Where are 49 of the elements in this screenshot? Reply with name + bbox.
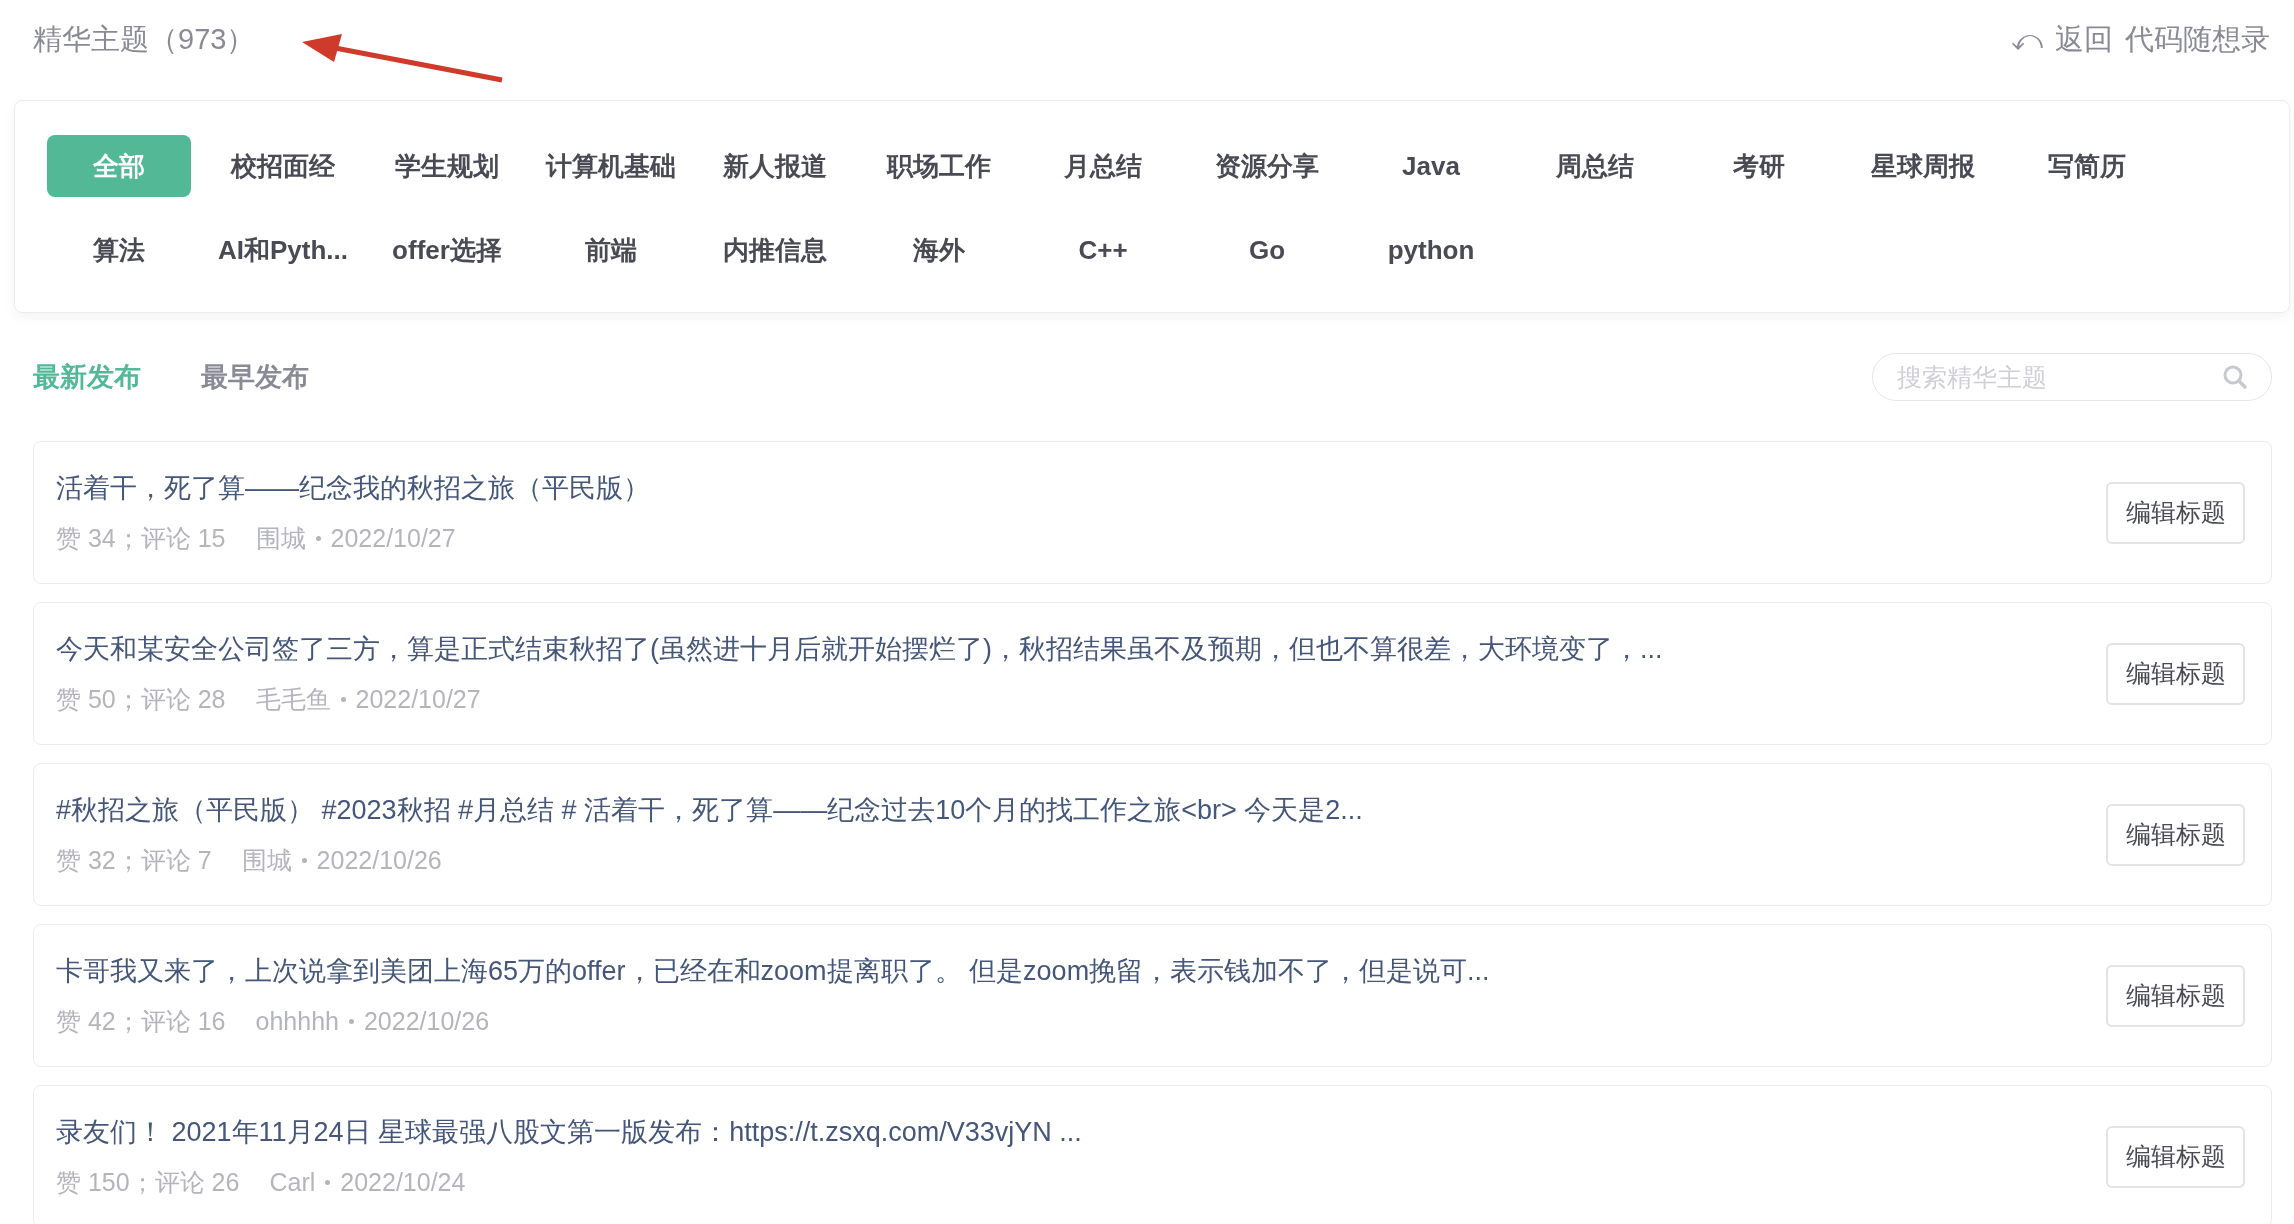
topic-stats: 赞 32；评论 7 xyxy=(56,845,212,876)
category-tag[interactable]: AI和Pyth... xyxy=(211,219,355,281)
category-tag[interactable]: 写简历 xyxy=(2015,135,2159,197)
category-tag[interactable]: 月总结 xyxy=(1031,135,1175,197)
edit-title-button[interactable]: 编辑标题 xyxy=(2106,803,2245,866)
category-tag[interactable]: Go xyxy=(1195,219,1339,281)
category-tag[interactable]: python xyxy=(1359,219,1503,281)
topic-stats: 赞 150；评论 26 xyxy=(56,1167,240,1198)
group-name: 代码随想录 xyxy=(2125,22,2270,58)
category-tag[interactable]: 校招面经 xyxy=(211,135,355,197)
category-tag[interactable]: 资源分享 xyxy=(1195,135,1339,197)
topic-author: 毛毛鱼 xyxy=(255,684,331,715)
category-tag[interactable]: 周总结 xyxy=(1523,135,1667,197)
topic-stats: 赞 34；评论 15 xyxy=(56,523,226,554)
category-tag[interactable]: 算法 xyxy=(47,219,191,281)
category-tag[interactable]: 内推信息 xyxy=(703,219,847,281)
topic-date: 2022/10/27 xyxy=(355,684,481,715)
category-tag[interactable]: 星球周报 xyxy=(1851,135,1995,197)
edit-title-button[interactable]: 编辑标题 xyxy=(2106,642,2245,705)
page-title: 精华主题（973） xyxy=(33,22,256,58)
edit-title-button[interactable]: 编辑标题 xyxy=(2106,1125,2245,1188)
category-tag[interactable]: 职场工作 xyxy=(867,135,1011,197)
category-tag[interactable]: 学生规划 xyxy=(375,135,519,197)
topic-author: Carl xyxy=(269,1167,316,1198)
topic-stats: 赞 50；评论 28 xyxy=(56,684,226,715)
category-tag[interactable]: 新人报道 xyxy=(703,135,847,197)
category-tag[interactable]: C++ xyxy=(1031,219,1175,281)
topic-stats: 赞 42；评论 16 xyxy=(56,1006,226,1037)
topic-title[interactable]: 今天和某安全公司签了三方，算是正式结束秋招了(虽然进十月后就开始摆烂了)，秋招结果虽不及预期，但也不算很差，大环境变了，... xyxy=(56,628,1663,669)
category-tag[interactable]: 计算机基础 xyxy=(539,135,683,197)
search-icon xyxy=(2222,364,2248,390)
topic-date: 2022/10/27 xyxy=(330,523,456,554)
topic-author: 围城 xyxy=(255,523,306,554)
category-tag[interactable]: 前端 xyxy=(539,219,683,281)
topic-title[interactable]: 活着干，死了算——纪念我的秋招之旅（平民版） xyxy=(56,467,650,508)
topic-author: 围城 xyxy=(241,845,292,876)
topic-date: 2022/10/26 xyxy=(316,845,442,876)
topic-title[interactable]: #秋招之旅（平民版） #2023秋招 #月总结 # 活着干，死了算——纪念过去10个月的找工作之旅<br> 今天是2... xyxy=(56,789,1363,830)
topic-date: 2022/10/26 xyxy=(363,1006,490,1037)
topic-author: ohhhhh xyxy=(255,1006,339,1037)
category-tag[interactable]: Java xyxy=(1359,135,1503,197)
edit-title-button[interactable]: 编辑标题 xyxy=(2106,481,2245,544)
topic-date: 2022/10/24 xyxy=(340,1167,466,1198)
category-tag[interactable]: 考研 xyxy=(1687,135,1831,197)
category-tag[interactable]: offer选择 xyxy=(375,219,519,281)
topic-title[interactable]: 卡哥我又来了，上次说拿到美团上海65万的offer，已经在和zoom提离职了。 但是zoom挽留，表示钱加不了，但是说可... xyxy=(56,950,1490,991)
topic-title[interactable]: 录友们！ 2021年11月24日 星球最强八股文第一版发布：https://t.zsxq.com/V33vjYN ... xyxy=(56,1111,1082,1152)
edit-title-button[interactable]: 编辑标题 xyxy=(2106,964,2245,1027)
category-tag[interactable]: 海外 xyxy=(867,219,1011,281)
